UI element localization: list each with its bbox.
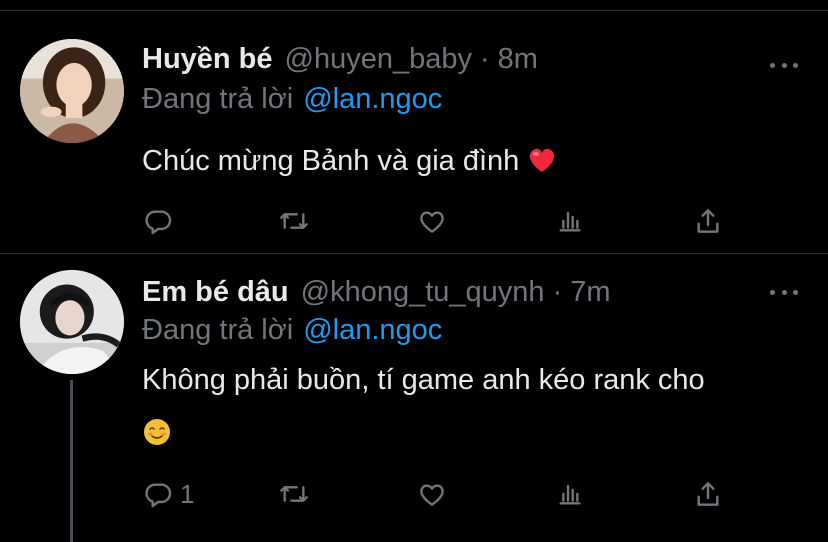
- retweet-icon: [280, 213, 308, 229]
- avatar[interactable]: [20, 270, 124, 374]
- retweet-button[interactable]: [278, 201, 310, 241]
- like-button[interactable]: [416, 474, 448, 514]
- avatar[interactable]: [20, 39, 124, 143]
- tweet-feed: Huyền bé @huyen_baby · 8m Đang trả lời @l…: [0, 0, 828, 542]
- tweet-text-content: Không phải buồn, tí game anh kéo rank ch…: [142, 364, 705, 396]
- tweet-text-content: Chúc mừng Bảnh và gia đình: [142, 145, 520, 177]
- separator: ·: [480, 43, 490, 75]
- replying-to: Đang trả lời @lan.ngoc: [142, 310, 442, 350]
- thread-line: [70, 380, 73, 542]
- stats-button[interactable]: [554, 474, 586, 514]
- like-icon: [420, 484, 444, 506]
- replying-to: Đang trả lời @lan.ngoc: [142, 79, 442, 119]
- stats-icon: [559, 211, 581, 232]
- timestamp[interactable]: 8m: [498, 39, 538, 79]
- replying-to-label: Đang trả lời: [142, 314, 294, 346]
- timestamp[interactable]: 7m: [570, 272, 610, 312]
- avatar-photo: [20, 270, 124, 374]
- heart-emoji: [527, 139, 557, 191]
- display-name[interactable]: Em bé dâu: [142, 272, 289, 312]
- avatar-photo: [20, 39, 124, 143]
- tweet-header: Huyền bé @huyen_baby · 8m: [142, 39, 538, 79]
- reply-count: 1: [180, 478, 195, 509]
- tweet-text: Chúc mừng Bảnh và gia đình: [142, 135, 802, 191]
- stats-button[interactable]: [554, 201, 586, 241]
- share-icon: [697, 482, 719, 506]
- tweet-actions: [142, 201, 732, 241]
- mention-link[interactable]: @lan.ngoc: [303, 314, 442, 346]
- more-dot-icon: [770, 62, 775, 68]
- retweet-icon: [280, 486, 308, 502]
- like-button[interactable]: [416, 201, 448, 241]
- tweet-header: Em bé dâu @khong_tu_quynh · 7m: [142, 272, 611, 312]
- stats-icon: [559, 484, 581, 505]
- reply-icon: [145, 210, 172, 235]
- tweet[interactable]: Em bé dâu @khong_tu_quynh · 7m Đang trả …: [0, 254, 828, 542]
- tweet-actions: 1: [142, 474, 732, 514]
- separator: ·: [552, 276, 563, 308]
- replying-to-label: Đang trả lời: [142, 83, 294, 115]
- reply-icon: [145, 483, 172, 508]
- display-name[interactable]: Huyền bé: [142, 39, 273, 79]
- more-dot-icon: [793, 62, 798, 68]
- more-options-button[interactable]: [770, 57, 798, 73]
- reply-button[interactable]: 1: [142, 474, 194, 514]
- retweet-button[interactable]: [278, 474, 310, 514]
- mention-link[interactable]: @lan.ngoc: [303, 83, 442, 115]
- tweet[interactable]: Huyền bé @huyen_baby · 8m Đang trả lời @l…: [0, 11, 828, 253]
- handle[interactable]: @khong_tu_quynh: [301, 272, 545, 312]
- share-icon: [697, 209, 719, 233]
- handle[interactable]: @huyen_baby: [285, 39, 472, 79]
- like-icon: [420, 211, 444, 233]
- more-dot-icon: [770, 289, 775, 295]
- more-options-button[interactable]: [770, 284, 798, 300]
- more-dot-icon: [781, 289, 787, 295]
- share-button[interactable]: [692, 474, 724, 514]
- share-button[interactable]: [692, 201, 724, 241]
- more-dot-icon: [793, 289, 798, 295]
- tweet-text: Không phải buồn, tí game anh kéo rank ch…: [142, 354, 802, 464]
- smiling-face-emoji: [142, 412, 802, 464]
- more-dot-icon: [781, 62, 787, 68]
- reply-button[interactable]: [142, 201, 180, 241]
